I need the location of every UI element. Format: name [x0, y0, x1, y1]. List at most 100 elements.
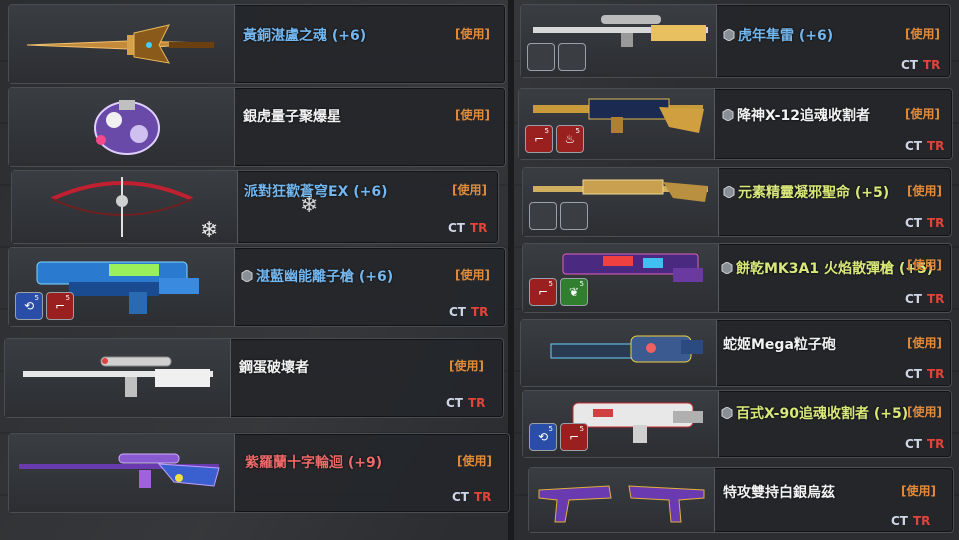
skill-badges — [527, 43, 586, 71]
use-button[interactable]: [使用] — [455, 266, 490, 283]
use-button[interactable]: [使用] — [907, 334, 942, 351]
snowflake-icon: ❄ — [300, 193, 319, 218]
team-indicator: CT TR — [905, 367, 944, 381]
tr-label: TR — [923, 58, 941, 72]
weapon-card[interactable]: 紫羅蘭十字輪迴 (+9) [使用] CT TR — [8, 433, 510, 513]
weapon-card[interactable]: 虎年隼雷 (+6) [使用] CT TR — [520, 4, 951, 78]
tr-label: TR — [927, 437, 945, 451]
use-button[interactable]: [使用] — [907, 256, 942, 273]
svg-text:❄: ❄ — [200, 218, 218, 243]
team-indicator: CT TR — [905, 216, 944, 230]
weapon-card[interactable]: 鋼蛋破壞者 [使用] CT TR — [4, 338, 504, 418]
weapon-name: 特攻雙持白銀烏茲 — [723, 485, 835, 501]
sniper-icon — [23, 356, 213, 397]
ct-label: CT — [905, 139, 922, 153]
weapon-name-text: 降神X-12追魂收割者 — [737, 108, 870, 124]
tr-label: TR — [468, 396, 486, 410]
use-button[interactable]: [使用] — [901, 482, 936, 499]
weapon-card[interactable]: 蛇姬Mega粒子砲 [使用] CT TR — [520, 319, 952, 387]
skill-badges: ⌐ 5 ♨ 5 — [525, 125, 584, 153]
team-indicator: CT TR — [891, 514, 930, 528]
fire-skill-icon: ♨ 5 — [556, 125, 584, 153]
weapon-name: 銀虎量子聚爆星 — [243, 109, 341, 125]
sword-icon — [26, 24, 214, 64]
tr-label: TR — [927, 367, 945, 381]
weapon-card[interactable]: 銀虎量子聚爆星 [使用] — [8, 87, 506, 167]
reload-skill-icon: ⟲ 5 — [15, 292, 43, 320]
ct-label: CT — [905, 292, 922, 306]
grenade-icon — [94, 100, 160, 155]
team-indicator: CT TR — [901, 58, 940, 72]
weapon-thumbnail — [521, 320, 717, 386]
weapon-name: 虎年隼雷 (+6) — [723, 25, 833, 45]
tr-label: TR — [913, 514, 931, 528]
ct-label: CT — [905, 367, 922, 381]
weapon-name: 湛藍幽能離子槍 (+6) — [241, 266, 393, 286]
use-button[interactable]: [使用] — [907, 403, 942, 420]
weapon-name: 降神X-12追魂收割者 — [722, 105, 870, 125]
tr-label: TR — [470, 221, 488, 235]
ct-label: CT — [448, 221, 465, 235]
team-indicator: CT TR — [452, 490, 491, 504]
weapon-card[interactable]: ⌐ 5 ♨ 5 降神X-12追魂收割者 [使用] CT TR — [518, 88, 953, 160]
tr-label: TR — [471, 305, 489, 319]
enhance-icon — [721, 262, 733, 274]
use-button[interactable]: [使用] — [449, 357, 484, 374]
weapon-name-text: 百式X-90追魂收割者 (+5) — [736, 406, 909, 422]
weapon-card[interactable]: ⟲ 5 ⌐ 5 百式X-90追魂收割者 (+5) [使用] CT TR — [522, 390, 952, 458]
gatling-icon — [550, 335, 703, 363]
weapon-name: 餅乾MK3A1 火焰散彈槍 (+5) — [721, 258, 933, 278]
weapon-skill-icon: ⌐ 5 — [525, 125, 553, 153]
weapon-card[interactable]: ⌐ 5 ❦ 5 餅乾MK3A1 火焰散彈槍 (+5) [使用] CT TR — [522, 243, 952, 313]
weapon-skill-icon: ⌐ 5 — [46, 292, 74, 320]
use-button[interactable]: [使用] — [455, 106, 490, 123]
team-indicator: CT TR — [446, 396, 485, 410]
weapon-thumbnail — [9, 88, 235, 166]
weapon-thumbnail: ❄ — [12, 171, 238, 243]
rifle-icon — [19, 453, 220, 488]
weapon-name: 鋼蛋破壞者 — [239, 360, 309, 376]
team-indicator: CT TR — [905, 437, 944, 451]
weapon-thumbnail — [9, 434, 235, 512]
use-button[interactable]: [使用] — [907, 182, 942, 199]
use-button[interactable]: [使用] — [905, 105, 940, 122]
empty-skill-slot — [560, 202, 588, 230]
team-indicator: CT TR — [905, 139, 944, 153]
ct-label: CT — [905, 437, 922, 451]
weapon-name-text: 餅乾MK3A1 火焰散彈槍 (+5) — [736, 261, 934, 277]
bow-icon: ❄ — [51, 177, 218, 243]
tr-label: TR — [927, 292, 945, 306]
team-indicator: CT TR — [449, 305, 488, 319]
dual-uzi-icon — [538, 485, 705, 523]
weapon-card[interactable]: 黃銅湛盧之魂 (+6) [使用] — [8, 4, 506, 84]
weapon-name-text: 湛藍幽能離子槍 (+6) — [256, 269, 394, 285]
use-button[interactable]: [使用] — [457, 452, 492, 469]
weapon-card[interactable]: 特攻雙持白銀烏茲 [使用] CT TR — [528, 467, 954, 533]
weapon-thumbnail — [529, 468, 715, 532]
ct-label: CT — [901, 58, 918, 72]
weapon-name-text: 虎年隼雷 (+6) — [738, 28, 834, 44]
weapon-name-text: 元素精靈凝邪聖命 (+5) — [738, 185, 890, 201]
weapon-card[interactable]: 元素精靈凝邪聖命 (+5) [使用] CT TR — [522, 167, 952, 237]
use-button[interactable]: [使用] — [452, 181, 487, 198]
weapon-skill-icon: ⌐ 5 — [529, 278, 557, 306]
weapon-skill-icon: ⌐ 5 — [560, 423, 588, 451]
team-indicator: CT TR — [905, 292, 944, 306]
empty-skill-slot — [527, 43, 555, 71]
leaf-skill-icon: ❦ 5 — [560, 278, 588, 306]
ct-label: CT — [449, 305, 466, 319]
weapon-card[interactable]: ❄ 派對狂歡蒼穹EX (+6) [使用] CT TR ❄ — [11, 170, 499, 244]
team-indicator: CT TR — [448, 221, 487, 235]
skill-badges — [529, 202, 588, 230]
ct-label: CT — [891, 514, 908, 528]
use-button[interactable]: [使用] — [905, 25, 940, 42]
ct-label: CT — [452, 490, 469, 504]
use-button[interactable]: [使用] — [455, 25, 490, 42]
tr-label: TR — [927, 139, 945, 153]
enhance-icon — [241, 270, 253, 282]
enhance-icon — [722, 109, 734, 121]
weapon-card[interactable]: ⟲ 5 ⌐ 5 湛藍幽能離子槍 (+6) [使用] CT TR — [8, 247, 506, 327]
enhance-icon — [723, 186, 735, 198]
tr-label: TR — [927, 216, 945, 230]
empty-skill-slot — [558, 43, 586, 71]
